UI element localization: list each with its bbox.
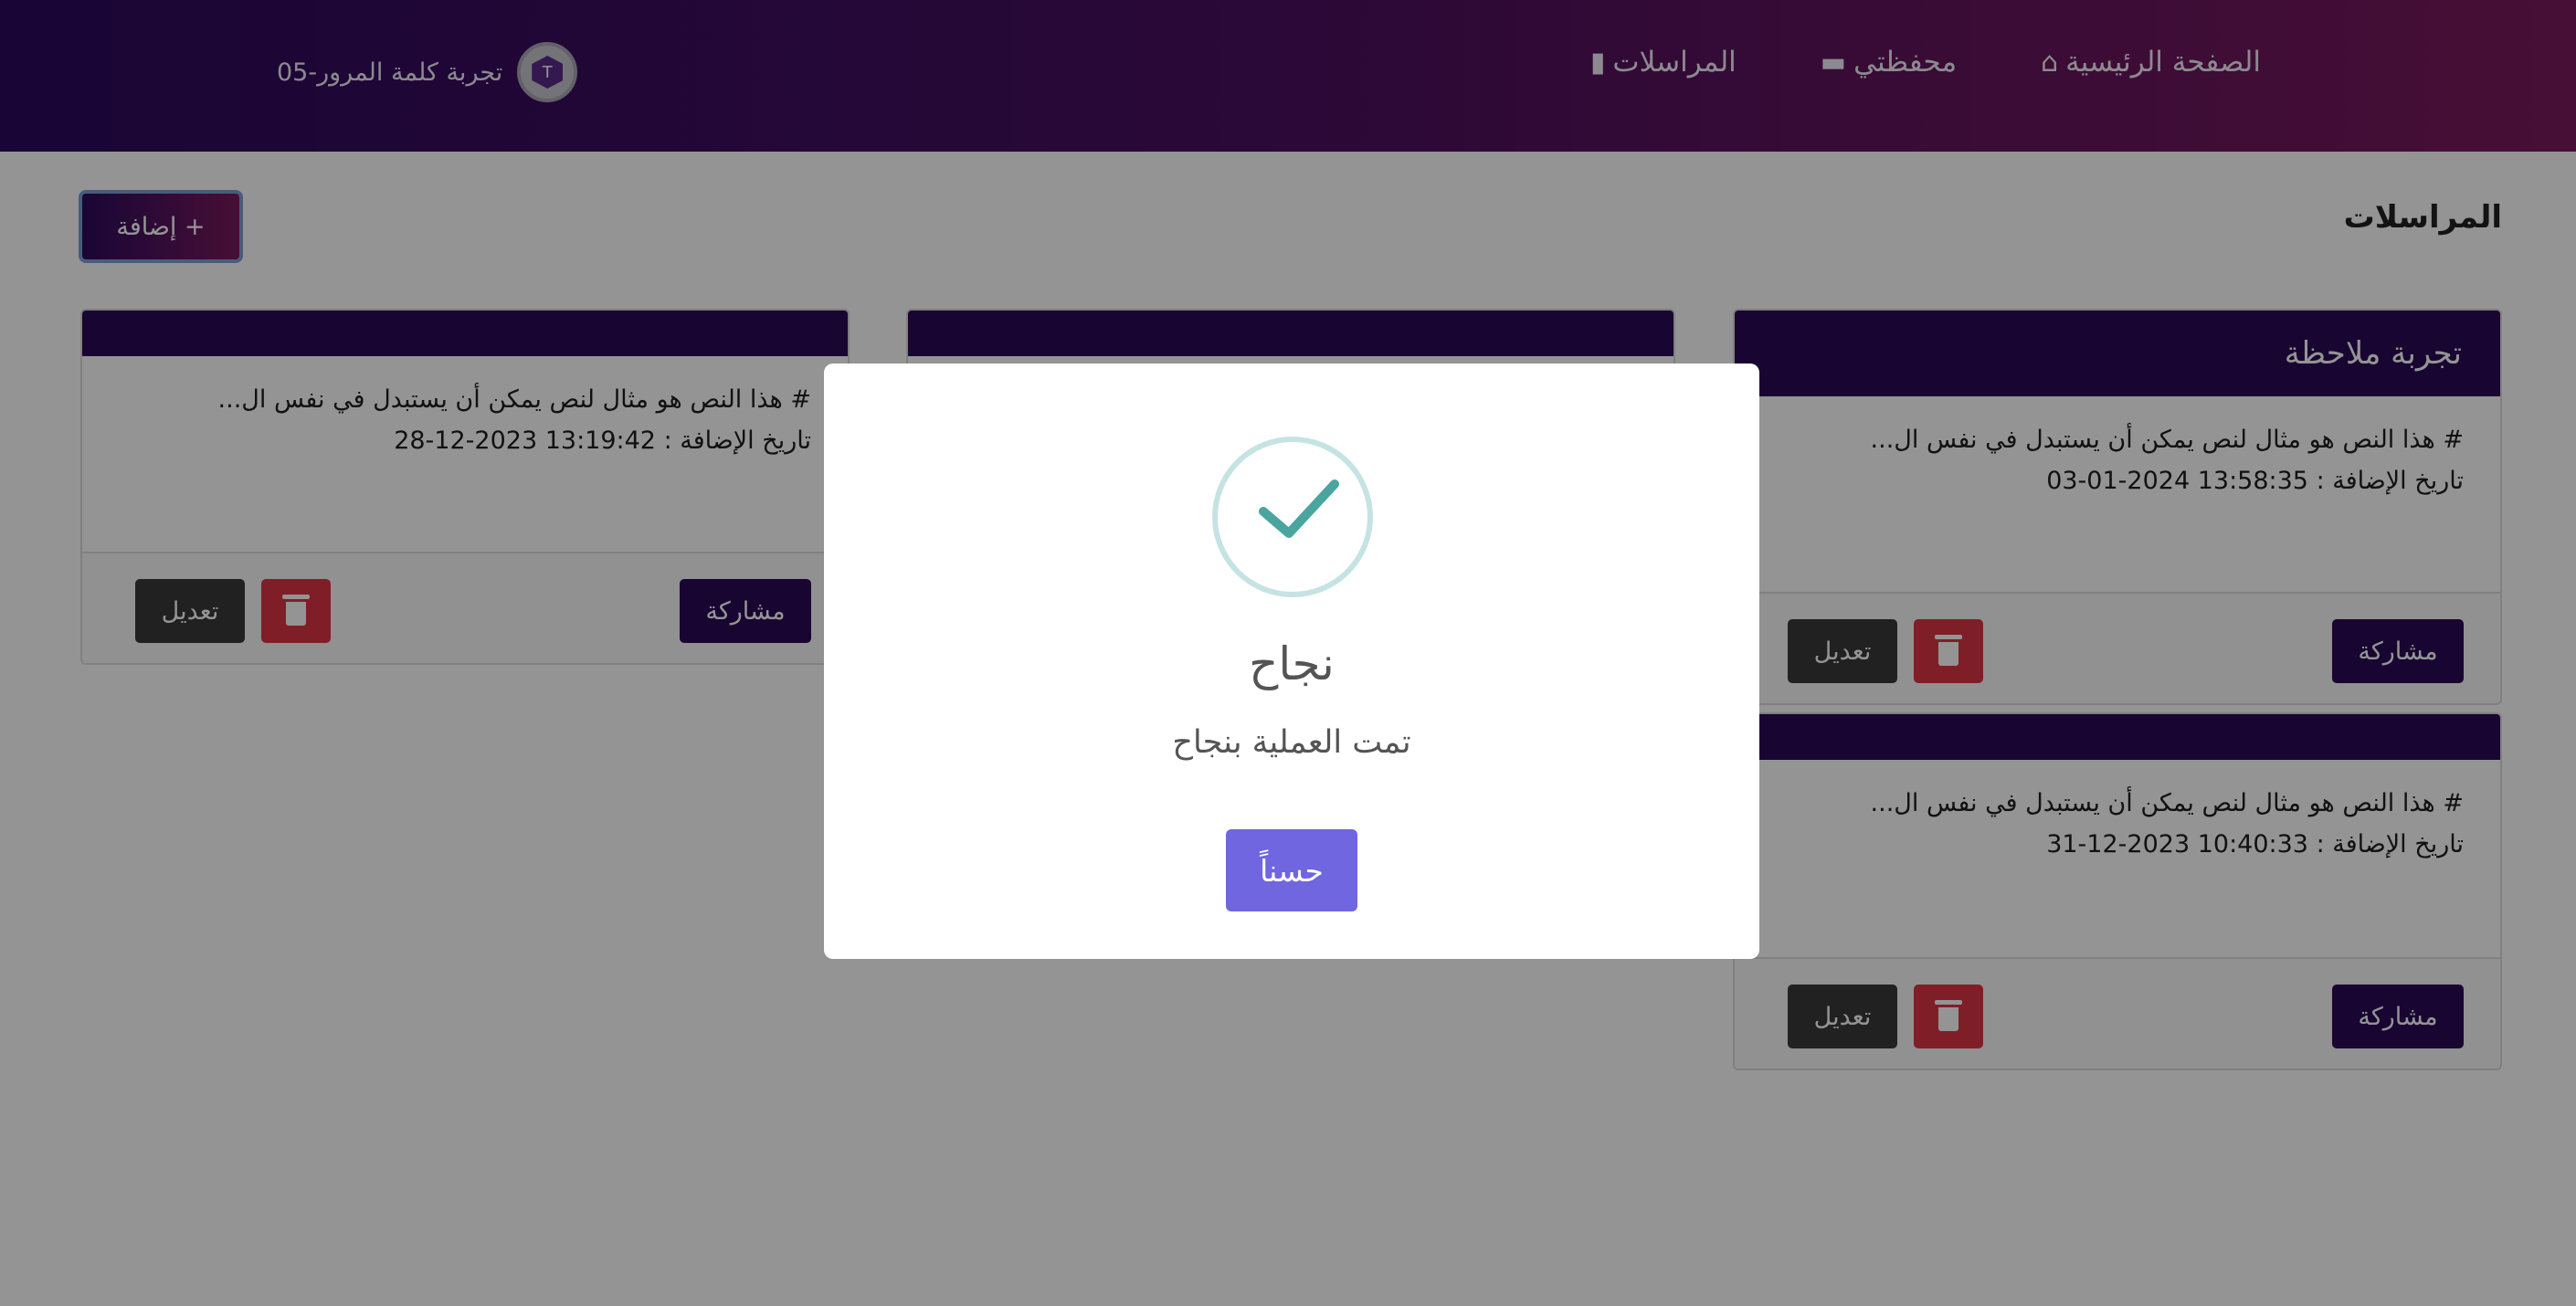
checkmark-icon xyxy=(1259,479,1339,538)
ok-button[interactable]: حسناً xyxy=(1226,829,1357,911)
success-dialog: نجاح تمت العملية بنجاح حسناً xyxy=(824,363,1759,959)
dialog-title: نجاح xyxy=(1249,637,1335,690)
dialog-message: تمت العملية بنجاح xyxy=(1172,724,1411,761)
success-check-icon xyxy=(1212,437,1373,597)
